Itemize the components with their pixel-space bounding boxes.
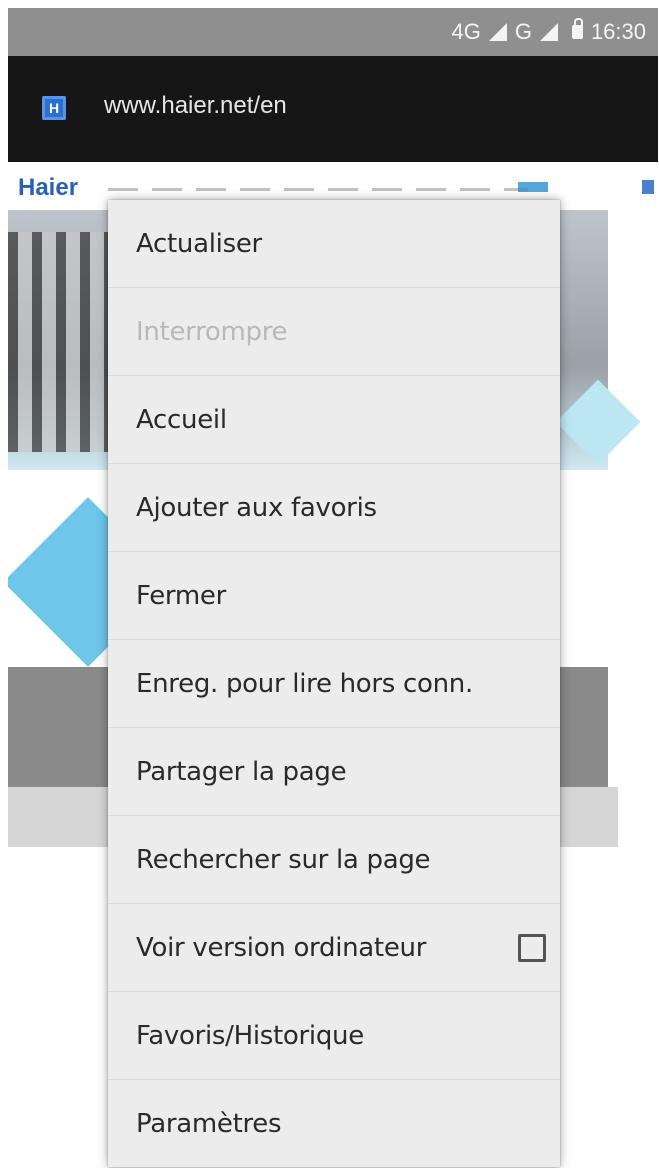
site-nav[interactable] [108, 188, 528, 191]
overflow-menu: Actualiser Interrompre Accueil Ajouter a… [108, 200, 560, 1167]
hero-building-image [8, 232, 118, 452]
menu-item-label: Enreg. pour lire hors conn. [136, 668, 473, 699]
site-corner-icon[interactable] [642, 180, 654, 194]
menu-item-home[interactable]: Accueil [108, 376, 560, 464]
site-logo[interactable]: Haier [18, 174, 78, 202]
menu-item-label: Rechercher sur la page [136, 844, 431, 875]
menu-item-label: Accueil [136, 404, 227, 435]
menu-item-label: Interrompre [136, 316, 288, 347]
menu-item-refresh[interactable]: Actualiser [108, 200, 560, 288]
menu-item-label: Favoris/Historique [136, 1020, 364, 1051]
menu-item-close[interactable]: Fermer [108, 552, 560, 640]
clock: 16:30 [590, 19, 646, 44]
menu-item-label: Partager la page [136, 756, 347, 787]
status-bar: 4G G 16:30 [8, 8, 658, 56]
menu-item-find-in-page[interactable]: Rechercher sur la page [108, 816, 560, 904]
lock-icon [571, 18, 583, 39]
menu-item-label: Voir version ordinateur [136, 932, 427, 963]
menu-item-settings[interactable]: Paramètres [108, 1080, 560, 1168]
network-type-4g: 4G [451, 19, 481, 44]
menu-item-desktop-version[interactable]: Voir version ordinateur [108, 904, 560, 992]
site-nav-highlight[interactable] [518, 182, 548, 192]
url-text[interactable]: www.haier.net/en [104, 92, 287, 120]
menu-item-label: Paramètres [136, 1109, 282, 1139]
menu-item-save-offline[interactable]: Enreg. pour lire hors conn. [108, 640, 560, 728]
signal-4g-icon [488, 23, 507, 41]
network-type-g: G [514, 19, 532, 44]
menu-item-stop: Interrompre [108, 288, 560, 376]
menu-item-bookmarks-history[interactable]: Favoris/Historique [108, 992, 560, 1080]
menu-item-label: Actualiser [136, 228, 262, 259]
signal-g-icon [539, 23, 558, 41]
menu-item-share-page[interactable]: Partager la page [108, 728, 560, 816]
menu-item-label: Fermer [136, 580, 226, 611]
menu-item-add-bookmark[interactable]: Ajouter aux favoris [108, 464, 560, 552]
menu-item-label: Ajouter aux favoris [136, 492, 377, 523]
site-favicon-icon: H [42, 96, 66, 120]
desktop-version-checkbox[interactable] [518, 934, 546, 962]
